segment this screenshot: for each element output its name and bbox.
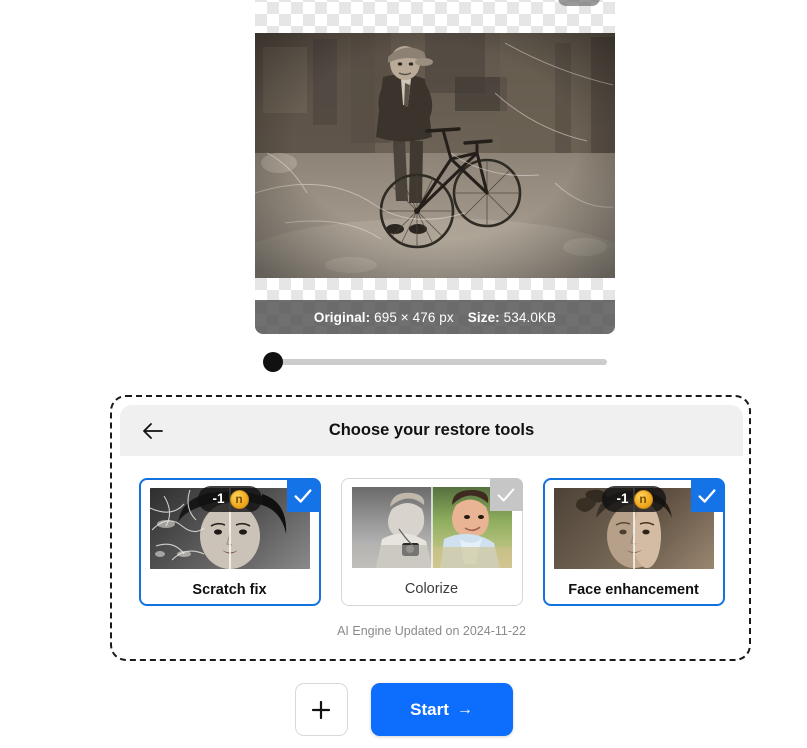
- arrow-left-icon[interactable]: [140, 418, 166, 444]
- restore-tools-panel: Choose your restore tools -1 n Scratch f…: [110, 395, 751, 661]
- credit-cost-badge: -1 n: [197, 486, 262, 512]
- coin-icon: n: [633, 489, 653, 509]
- image-preview: Original: 695 × 476 px Size: 534.0KB: [255, 0, 615, 334]
- tool-card-colorize[interactable]: Colorize: [340, 478, 523, 606]
- slider-thumb[interactable]: [263, 352, 283, 372]
- credit-cost-value: -1: [616, 491, 629, 507]
- credit-cost-badge: -1 n: [601, 486, 666, 512]
- image-scale-slider[interactable]: [263, 352, 607, 372]
- original-value: 695 × 476 px: [374, 309, 454, 325]
- panel-header: Choose your restore tools: [120, 405, 743, 456]
- size-value: 534.0KB: [503, 309, 557, 325]
- preview-photo: [255, 33, 615, 278]
- size-label: Size:: [467, 309, 500, 325]
- check-icon[interactable]: [489, 478, 523, 511]
- tool-card-label: Colorize: [404, 581, 459, 597]
- image-info-bar: Original: 695 × 476 px Size: 534.0KB: [255, 300, 615, 334]
- slider-track[interactable]: [273, 359, 607, 365]
- start-button[interactable]: Start →: [370, 683, 513, 736]
- start-button-label: Start: [410, 699, 449, 719]
- restore-tools-screen: Original: 695 × 476 px Size: 534.0KB Cho…: [0, 0, 807, 748]
- tool-card-label: Face enhancement: [568, 582, 699, 598]
- tool-card-face-enhancement[interactable]: -1 n Face enhancement: [542, 478, 725, 606]
- tool-card-list: -1 n Scratch fix Colorize -1 n Face enha…: [120, 456, 743, 606]
- panel-inner: Choose your restore tools -1 n Scratch f…: [120, 405, 743, 653]
- original-label: Original:: [313, 309, 371, 325]
- tool-card-scratch-fix[interactable]: -1 n Scratch fix: [138, 478, 321, 606]
- page-title: Choose your restore tools: [328, 421, 535, 439]
- footer-actions: Start →: [0, 683, 807, 736]
- credit-cost-value: -1: [212, 491, 225, 507]
- tool-thumbnail: [351, 487, 512, 568]
- check-icon[interactable]: [690, 479, 724, 512]
- crop-icon[interactable]: [558, 0, 600, 6]
- coin-icon: n: [229, 489, 249, 509]
- add-image-button[interactable]: [294, 683, 348, 736]
- ai-engine-update-note: AI Engine Updated on 2024-11-22: [337, 624, 526, 638]
- check-icon[interactable]: [286, 479, 320, 512]
- tool-card-label: Scratch fix: [192, 582, 267, 598]
- arrow-right-icon: →: [456, 700, 473, 718]
